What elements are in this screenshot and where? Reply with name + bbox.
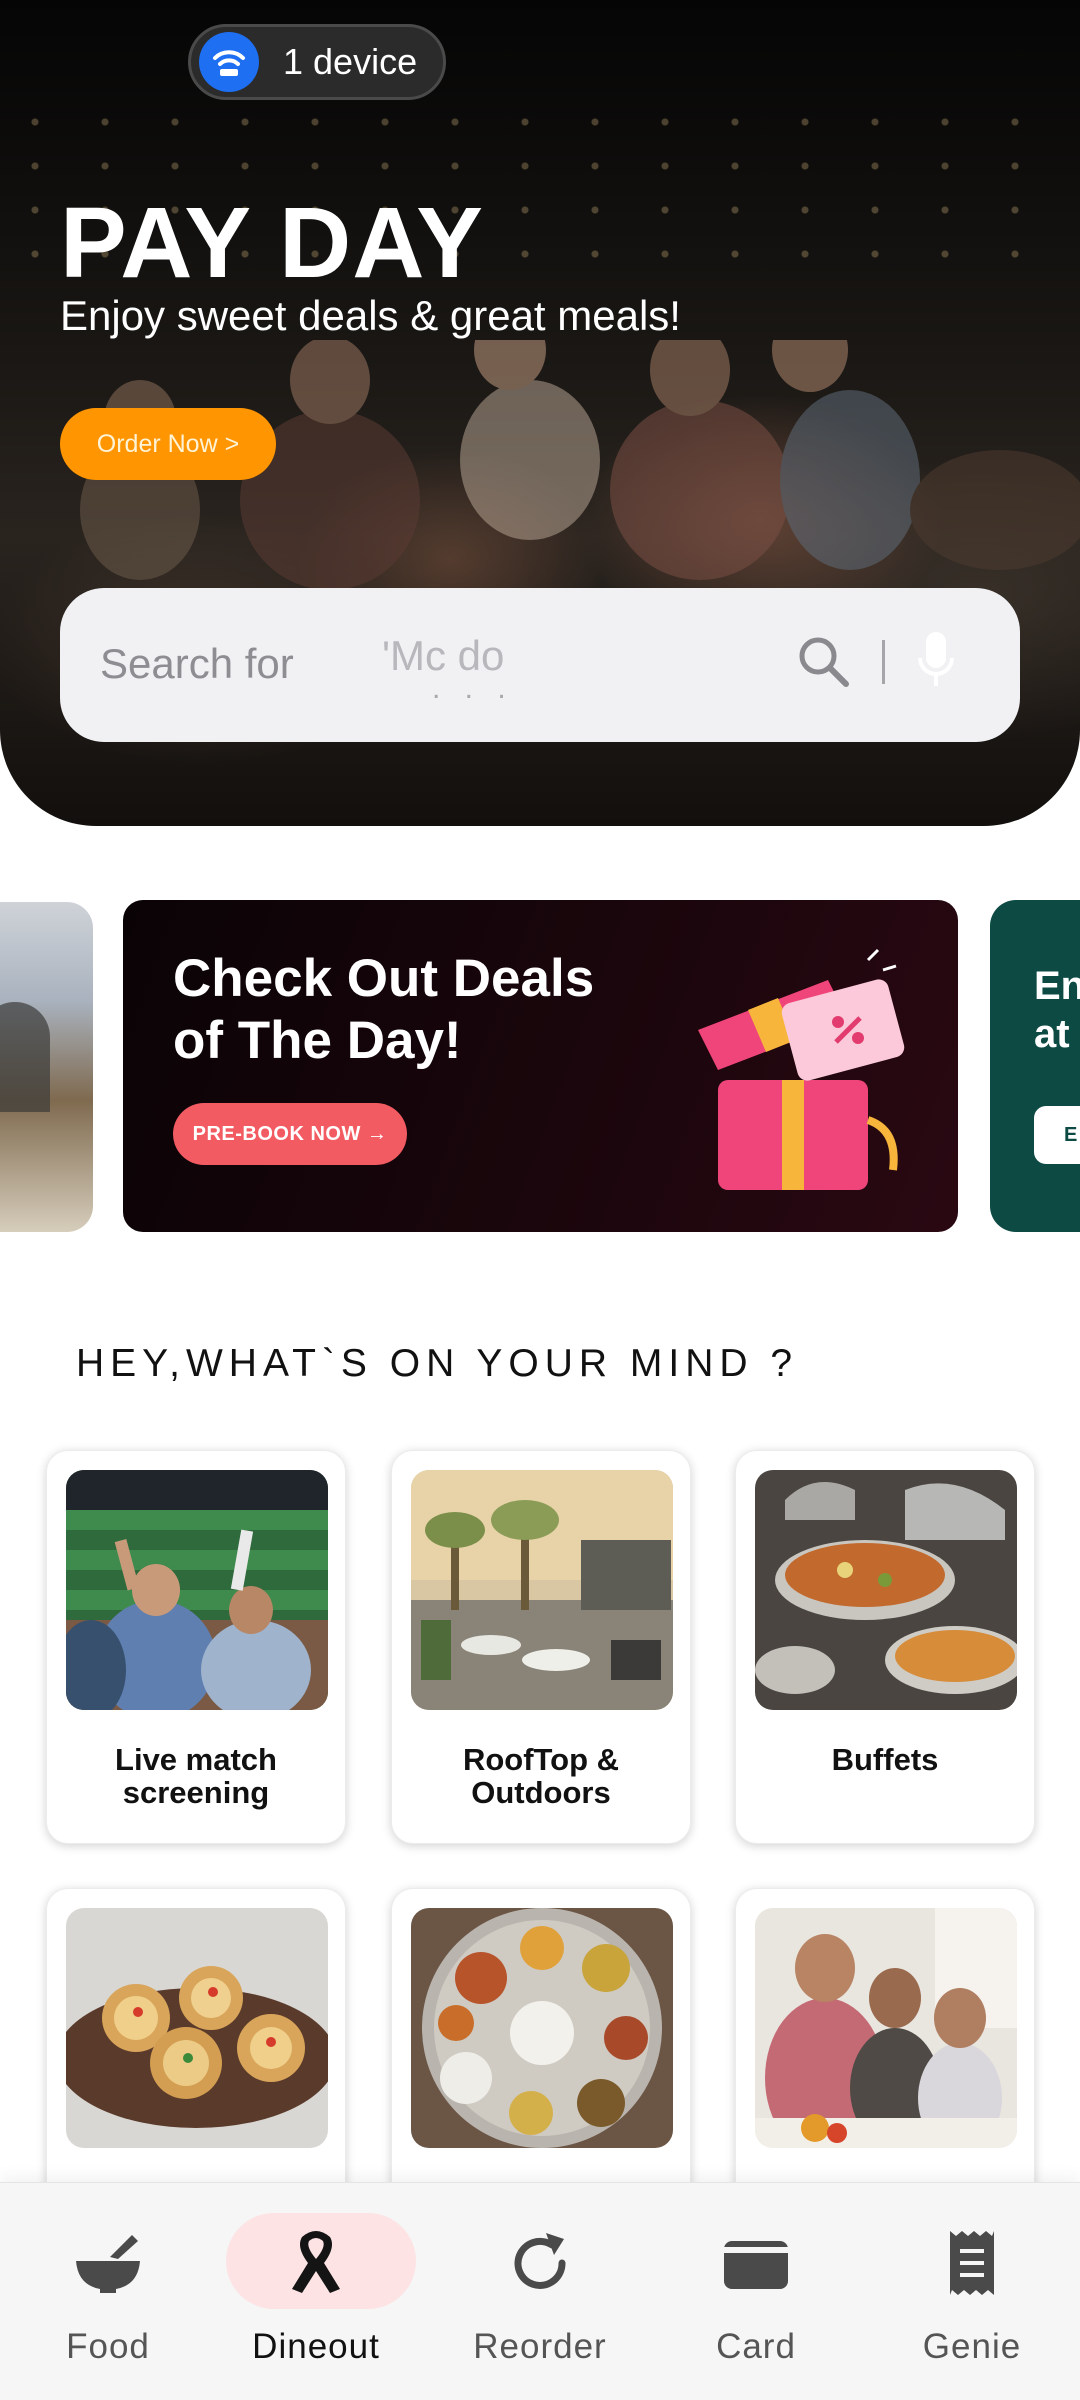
deals-banner-title: Check Out Deals of The Day! [173, 948, 594, 1072]
snacks-image [66, 1908, 328, 2148]
search-placeholder: Search for [100, 640, 294, 687]
deals-title-line2: of The Day! [173, 1011, 462, 1070]
category-label: Live match screening [47, 1743, 345, 1809]
next-offer-title: En at [1034, 962, 1080, 1058]
nav-label-genie: Genie [922, 2327, 1022, 2366]
rooftop-image [411, 1470, 673, 1710]
nav-item-genie[interactable]: Genie [872, 2213, 1072, 2383]
thali-image [411, 1908, 673, 2148]
ribbon-icon [292, 2231, 340, 2293]
app-screen: 1 device PAY DAY Enjoy sweet deals & gre… [0, 0, 1080, 2400]
nav-label-reorder: Reorder [473, 2327, 607, 2366]
refresh-icon [514, 2233, 566, 2289]
category-label-line1: Live match [115, 1742, 277, 1777]
category-card-buffets[interactable]: Buffets [735, 1450, 1035, 1844]
category-label: Buffets [736, 1743, 1034, 1776]
wallet-icon [724, 2241, 788, 2289]
search-icon[interactable] [794, 632, 854, 692]
bottom-navigation: Food Dineout Reorder Card Genie [0, 2182, 1080, 2400]
wifi-hotspot-icon [199, 32, 259, 92]
next-offer-title-line2: at [1034, 1012, 1070, 1056]
category-label: RoofTop & Outdoors [392, 1743, 690, 1809]
connected-device-chip[interactable]: 1 device [188, 24, 446, 100]
nav-label-food: Food [66, 2327, 150, 2366]
nav-label-card: Card [716, 2327, 796, 2366]
gift-box-icon [698, 948, 905, 1190]
hero-subtitle: Enjoy sweet deals & great meals! [60, 292, 681, 339]
receipt-icon [950, 2231, 994, 2295]
nav-label-dineout: Dineout [252, 2327, 380, 2366]
buffets-image [755, 1470, 1017, 1710]
whats-on-your-mind-heading: HEY,WHAT`S ON YOUR MIND ? [76, 1342, 799, 1385]
nav-item-dineout[interactable]: Dineout [216, 2213, 416, 2383]
category-label-line2: screening [122, 1775, 270, 1810]
nav-item-food[interactable]: Food [8, 2213, 208, 2383]
nav-item-reorder[interactable]: Reorder [440, 2213, 640, 2383]
order-now-button[interactable]: Order Now > [60, 408, 276, 480]
next-offer-title-line1: En [1034, 964, 1080, 1008]
category-label-line2: Outdoors [471, 1775, 611, 1810]
search-hint-dots: . . . [432, 672, 514, 705]
live-match-image [66, 1470, 328, 1710]
family-dining-image [755, 1908, 1017, 2148]
nav-item-card[interactable]: Card [656, 2213, 856, 2383]
banner-next-offer[interactable]: En at E [990, 900, 1080, 1232]
deals-of-the-day-banner[interactable]: Check Out Deals of The Day! PRE-BOOK NOW… [123, 900, 958, 1232]
search-bar[interactable]: Search for 'Mc do . . . [60, 588, 1020, 742]
category-label-line1: Buffets [831, 1742, 939, 1777]
banner-prev-restaurant[interactable] [0, 902, 93, 1232]
category-card-live-match[interactable]: Live match screening [46, 1450, 346, 1844]
microphone-icon[interactable] [914, 628, 958, 692]
mortar-bowl-icon [76, 2235, 140, 2293]
deals-title-line1: Check Out Deals [173, 949, 595, 1008]
next-offer-button[interactable]: E [1034, 1106, 1080, 1164]
hero-title: PAY DAY [60, 187, 484, 299]
device-count-label: 1 device [283, 41, 418, 82]
search-divider [882, 640, 885, 684]
hero-banner[interactable]: 1 device PAY DAY Enjoy sweet deals & gre… [0, 0, 1080, 826]
category-card-rooftop[interactable]: RoofTop & Outdoors [391, 1450, 691, 1844]
pre-book-now-button[interactable]: PRE-BOOK NOW → [173, 1103, 407, 1165]
category-label-line1: RoofTop & [462, 1742, 620, 1777]
